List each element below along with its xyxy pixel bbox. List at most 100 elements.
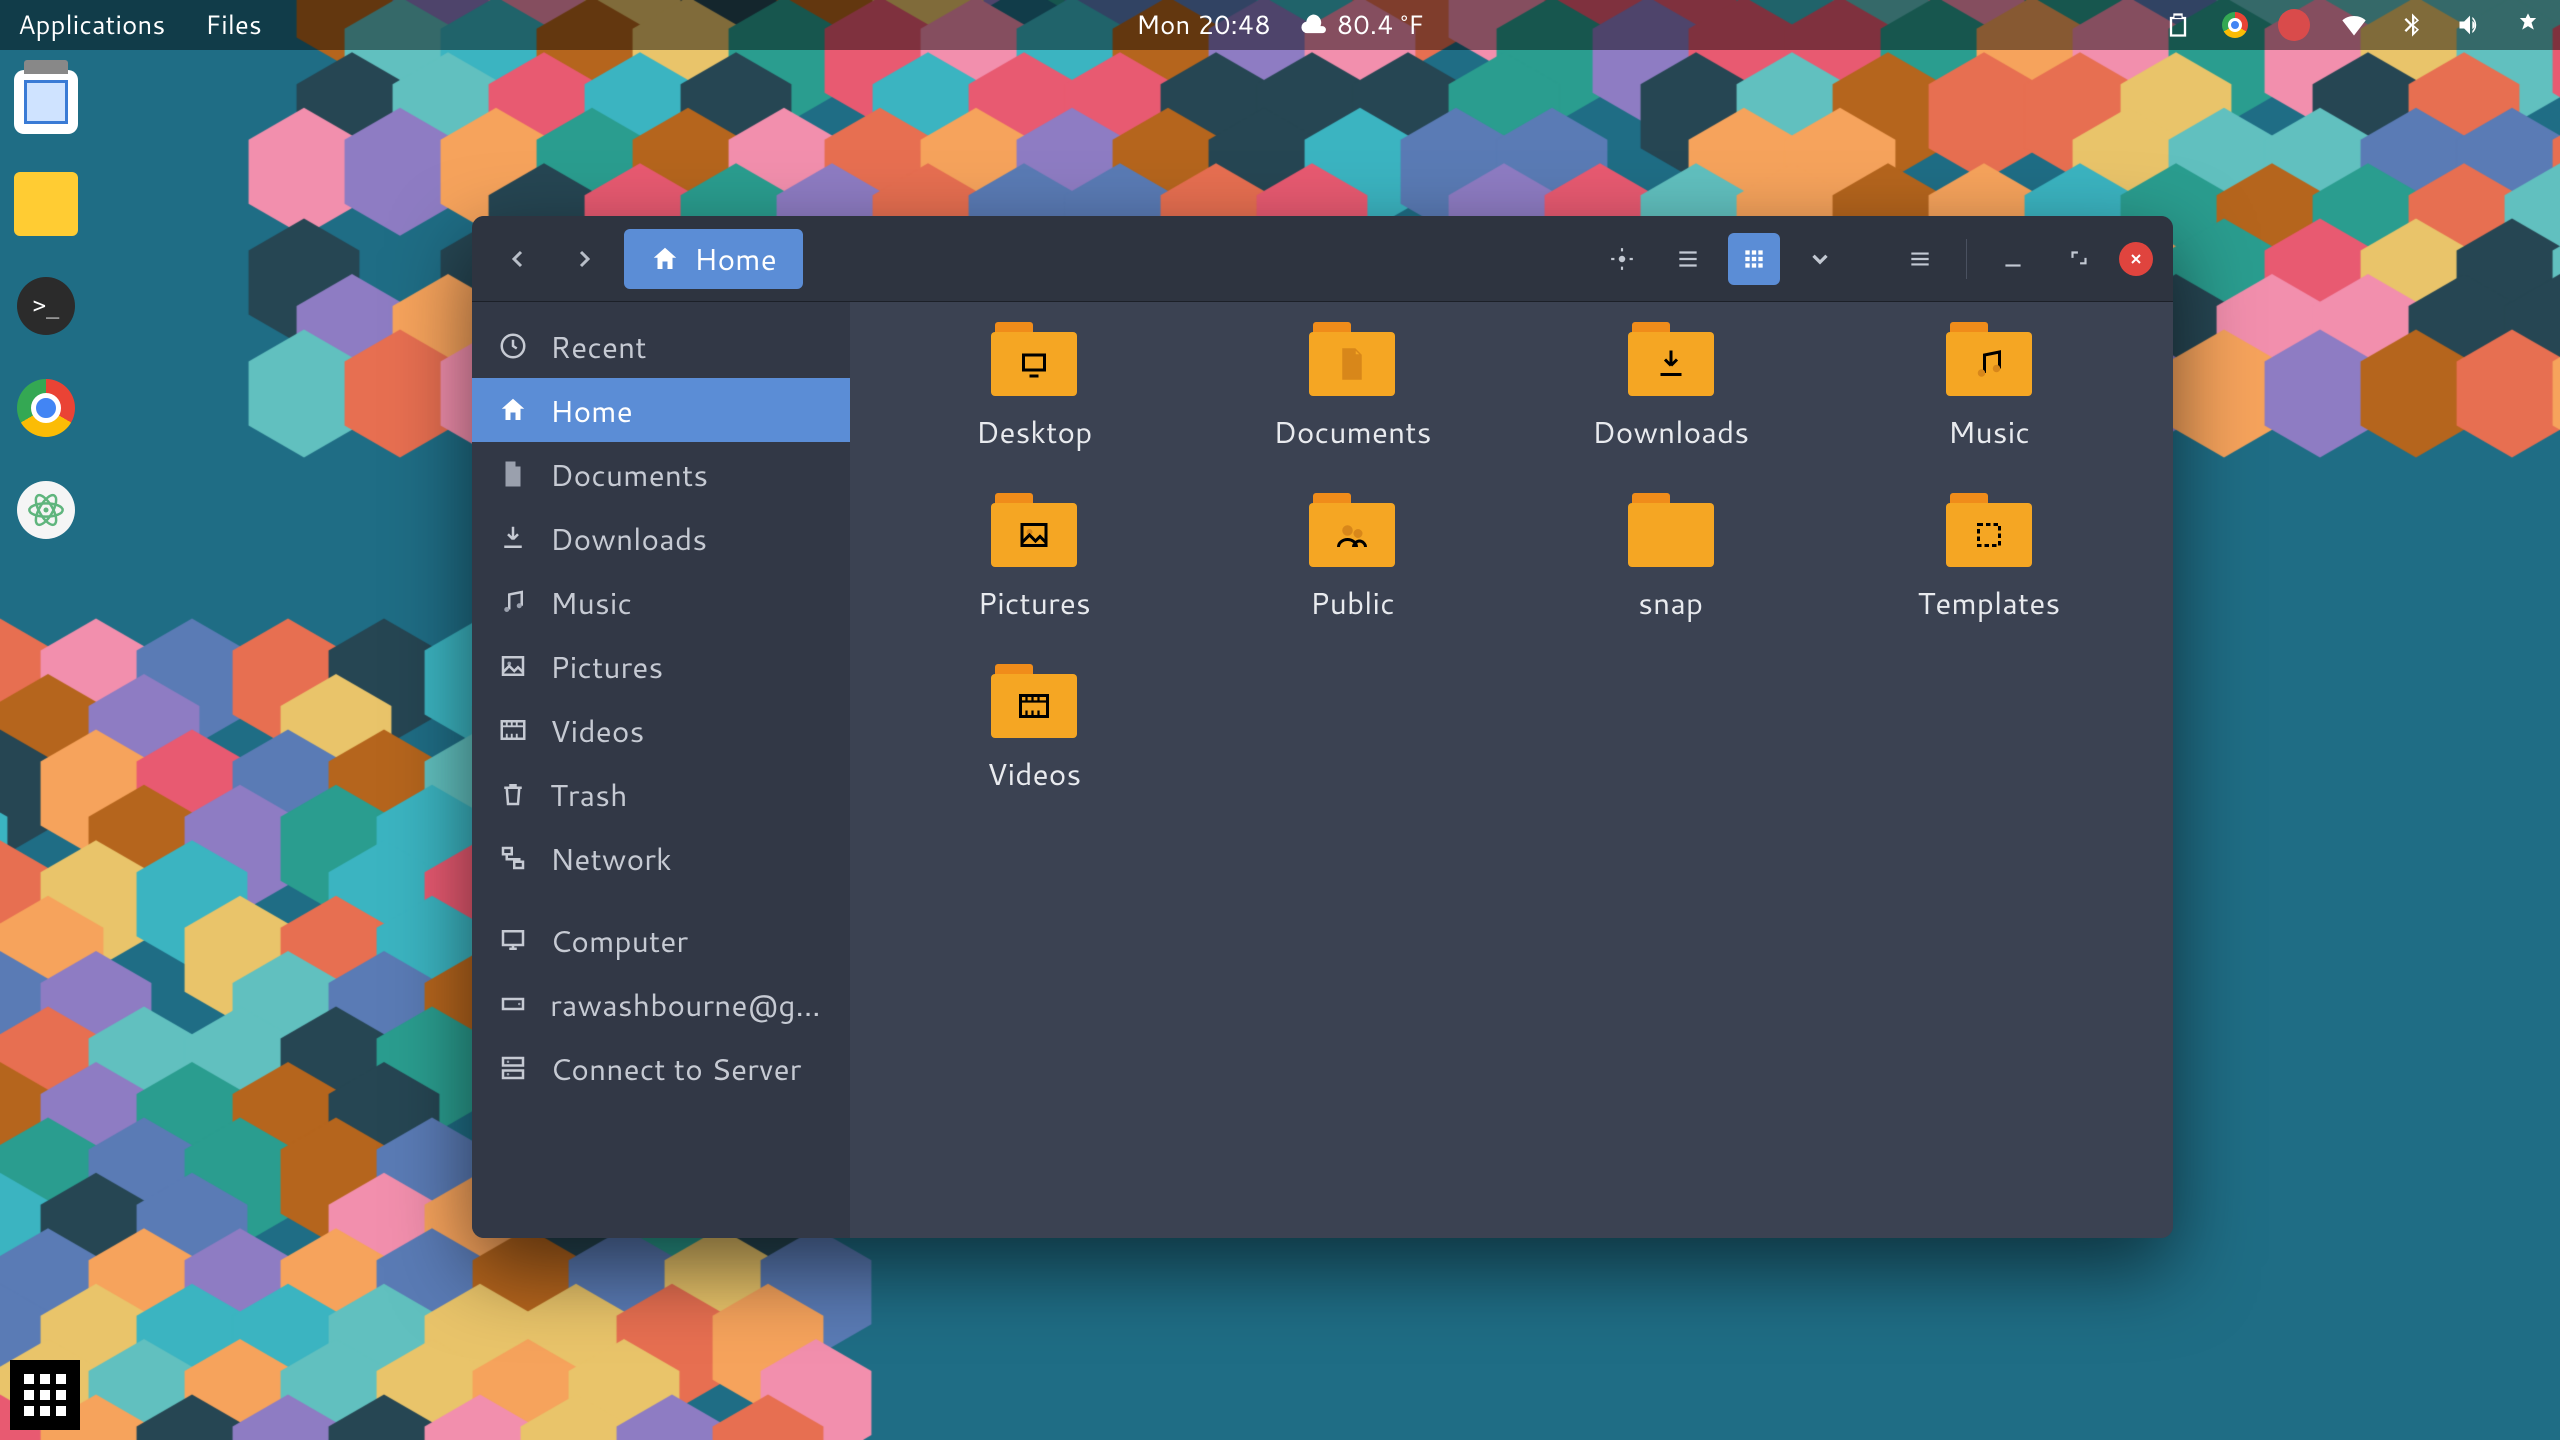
network-icon [498, 843, 528, 873]
server-icon [498, 1053, 528, 1083]
folder-documents[interactable]: Documents [1232, 332, 1472, 453]
folder-label: Videos [987, 752, 1081, 795]
dock-atom-app[interactable] [17, 481, 75, 539]
sidebar-item-music[interactable]: Music [472, 570, 850, 634]
sidebar-item-label: Recent [550, 325, 647, 368]
picture-icon [498, 651, 528, 681]
clock[interactable]: Mon 20:48 [1136, 7, 1271, 43]
close-button[interactable] [2119, 242, 2153, 276]
hamburger-menu-button[interactable] [1894, 233, 1946, 285]
record-indicator-icon[interactable] [2278, 9, 2310, 41]
sidebar-item-rawashbourne-g-[interactable]: rawashbourne@g... [472, 972, 850, 1036]
sidebar-item-label: Home [550, 389, 633, 432]
folder-icon [1309, 332, 1395, 396]
sidebar-item-downloads[interactable]: Downloads [472, 506, 850, 570]
folder-templates[interactable]: Templates [1869, 503, 2109, 624]
sidebar-item-label: Downloads [550, 517, 707, 560]
view-options-button[interactable] [1794, 233, 1846, 285]
bluetooth-icon[interactable] [2398, 11, 2426, 39]
folder-public[interactable]: Public [1232, 503, 1472, 624]
volume-icon[interactable] [2456, 11, 2484, 39]
applications-menu[interactable]: Applications [18, 7, 165, 43]
sidebar-item-home[interactable]: Home [472, 378, 850, 442]
nav-forward-button[interactable] [558, 233, 610, 285]
maximize-button[interactable] [2053, 233, 2105, 285]
folder-icon [1628, 503, 1714, 567]
wifi-icon[interactable] [2340, 11, 2368, 39]
folder-pictures[interactable]: Pictures [914, 503, 1154, 624]
sidebar: Recent Home Documents Downloads Music Picture… [472, 302, 850, 1238]
video-icon [498, 715, 528, 745]
dock: >_ [14, 70, 78, 542]
sidebar-item-label: rawashbourne@g... [550, 983, 821, 1026]
top-panel: Applications Files Mon 20:48 80.4 °F [0, 0, 2560, 50]
sidebar-item-videos[interactable]: Videos [472, 698, 850, 762]
folder-icon [991, 332, 1077, 396]
home-icon [650, 244, 680, 274]
drive-icon [498, 989, 528, 1019]
folder-label: Music [1948, 410, 2030, 453]
sidebar-item-pictures[interactable]: Pictures [472, 634, 850, 698]
sidebar-item-connect-to-server[interactable]: Connect to Server [472, 1036, 850, 1100]
dock-notes-app[interactable] [14, 172, 78, 236]
folder-videos[interactable]: Videos [914, 674, 1154, 795]
sidebar-item-label: Music [550, 581, 632, 624]
path-bar[interactable]: Home [624, 229, 803, 289]
folder-icon [991, 503, 1077, 567]
folder-desktop[interactable]: Desktop [914, 332, 1154, 453]
folder-downloads[interactable]: Downloads [1551, 332, 1791, 453]
sidebar-item-documents[interactable]: Documents [472, 442, 850, 506]
power-icon[interactable] [2514, 11, 2542, 39]
sidebar-item-label: Trash [550, 773, 627, 816]
dock-terminal-app[interactable]: >_ [17, 277, 75, 335]
folder-label: Documents [1273, 410, 1431, 453]
file-manager-window: Home RecentHomeDocumentsDo [472, 216, 2173, 1238]
folder-label: Downloads [1592, 410, 1749, 453]
sidebar-item-network[interactable]: Network [472, 826, 850, 890]
sidebar-item-label: Pictures [550, 645, 663, 688]
content-area[interactable]: Desktop Documents Downloads Music Pictures Pu… [850, 302, 2173, 1238]
sidebar-item-label: Documents [550, 453, 708, 496]
separator [1966, 239, 1967, 279]
folder-icon [1946, 503, 2032, 567]
clock-icon [498, 331, 528, 361]
dock-chrome-app[interactable] [17, 379, 75, 437]
minimize-button[interactable] [1987, 233, 2039, 285]
folder-icon [1946, 332, 2032, 396]
folder-music[interactable]: Music [1869, 332, 2109, 453]
window-titlebar[interactable]: Home [472, 216, 2173, 302]
sidebar-item-label: Network [550, 837, 672, 880]
weather-indicator[interactable]: 80.4 °F [1299, 7, 1424, 43]
home-icon [498, 395, 528, 425]
download-icon [498, 523, 528, 553]
temperature-label: 80.4 °F [1337, 7, 1424, 43]
list-view-button[interactable] [1662, 233, 1714, 285]
sidebar-item-label: Computer [550, 919, 688, 962]
folder-icon [1628, 332, 1714, 396]
sidebar-item-recent[interactable]: Recent [472, 314, 850, 378]
sidebar-item-label: Connect to Server [550, 1047, 801, 1090]
chrome-indicator-icon[interactable] [2222, 12, 2248, 38]
folder-icon [1309, 503, 1395, 567]
document-icon [498, 459, 528, 489]
location-button[interactable] [1596, 233, 1648, 285]
weather-icon [1299, 11, 1327, 39]
clipboard-indicator-icon[interactable] [2164, 11, 2192, 39]
folder-label: snap [1638, 581, 1703, 624]
folder-label: Pictures [977, 581, 1090, 624]
sidebar-item-trash[interactable]: Trash [472, 762, 850, 826]
dock-screenshot-app[interactable] [14, 70, 78, 134]
show-applications-button[interactable] [10, 1360, 80, 1430]
grid-view-button[interactable] [1728, 233, 1780, 285]
nav-back-button[interactable] [492, 233, 544, 285]
folder-label: Templates [1917, 581, 2060, 624]
computer-icon [498, 925, 528, 955]
files-menu[interactable]: Files [205, 7, 262, 43]
folder-label: Public [1310, 581, 1395, 624]
music-icon [498, 587, 528, 617]
folder-snap[interactable]: snap [1551, 503, 1791, 624]
sidebar-item-computer[interactable]: Computer [472, 908, 850, 972]
path-label: Home [694, 237, 777, 280]
trash-icon [498, 779, 528, 809]
folder-label: Desktop [976, 410, 1093, 453]
